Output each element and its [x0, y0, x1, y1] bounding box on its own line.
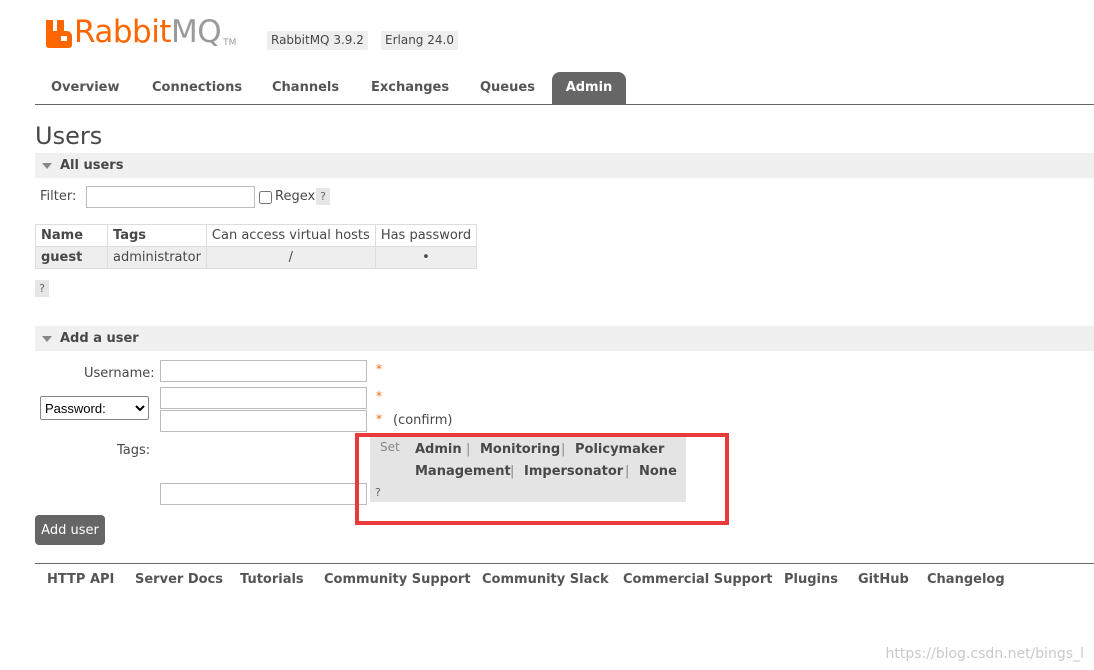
users-table-header-row: Name Tags Can access virtual hosts Has p… [35, 224, 478, 247]
footer-link-server-docs[interactable]: Server Docs [135, 572, 223, 587]
erlang-version-badge: Erlang 24.0 [381, 31, 458, 50]
confirm-label: (confirm) [393, 413, 453, 428]
rabbitmq-logo: RabbitMQ TM [44, 14, 236, 50]
footer-link-github[interactable]: GitHub [858, 572, 909, 587]
user-tags-cell: administrator [107, 246, 207, 269]
collapse-triangle-icon [42, 335, 52, 342]
password-type-select[interactable]: Password: [40, 396, 149, 420]
regex-help-icon[interactable]: ? [316, 188, 330, 205]
regex-label: Regex [275, 189, 316, 204]
footer-link-community-support[interactable]: Community Support [324, 572, 471, 587]
tags-label: Tags: [117, 443, 151, 458]
column-header-has-password[interactable]: Has password [374, 224, 478, 247]
add-user-heading: Add a user [60, 331, 139, 346]
regex-checkbox[interactable] [259, 191, 272, 204]
username-required-marker: * [376, 362, 382, 376]
tags-input[interactable] [160, 483, 367, 505]
tab-connections[interactable]: Connections [152, 72, 242, 104]
password-input[interactable] [160, 387, 367, 409]
logo-text-mq: MQ [170, 14, 222, 50]
table-help-icon[interactable]: ? [35, 280, 49, 297]
tab-channels[interactable]: Channels [272, 72, 339, 104]
footer-link-http-api[interactable]: HTTP API [47, 572, 114, 587]
password-confirm-input[interactable] [160, 410, 367, 432]
tab-admin[interactable]: Admin [552, 72, 626, 104]
footer-link-plugins[interactable]: Plugins [784, 572, 838, 587]
tab-exchanges[interactable]: Exchanges [371, 72, 449, 104]
logo-text-rabbit: Rabbit [74, 14, 171, 50]
username-input[interactable] [160, 360, 367, 382]
tab-queues[interactable]: Queues [480, 72, 535, 104]
filter-input[interactable] [86, 186, 255, 208]
column-header-tags[interactable]: Tags [107, 224, 207, 247]
column-header-vhosts[interactable]: Can access virtual hosts [205, 224, 376, 247]
rabbitmq-logo-icon [46, 20, 72, 48]
watermark-text: https://blog.csdn.net/bings_l [885, 646, 1084, 662]
filter-label: Filter: [40, 189, 77, 204]
footer-link-tutorials[interactable]: Tutorials [240, 572, 304, 587]
logo-trademark: TM [223, 38, 237, 48]
column-header-name[interactable]: Name [35, 224, 108, 247]
footer: HTTP API Server Docs Tutorials Community… [35, 563, 1094, 594]
password-required-marker: * [376, 389, 382, 403]
users-table: Name Tags Can access virtual hosts Has p… [35, 224, 478, 269]
logo-wordmark: RabbitMQ [74, 14, 222, 50]
footer-link-changelog[interactable]: Changelog [927, 572, 1005, 587]
user-name-cell[interactable]: guest [35, 246, 108, 269]
add-user-section-header[interactable]: Add a user [35, 326, 1094, 351]
footer-link-commercial-support[interactable]: Commercial Support [623, 572, 773, 587]
all-users-section-header[interactable]: All users [35, 153, 1094, 178]
main-nav-tabs: Overview Connections Channels Exchanges … [35, 72, 1094, 105]
footer-link-community-slack[interactable]: Community Slack [482, 572, 609, 587]
confirm-required-marker: * [376, 412, 382, 426]
collapse-triangle-icon [42, 162, 52, 169]
table-row[interactable]: guest administrator / • [35, 246, 478, 269]
username-label: Username: [84, 366, 155, 381]
tab-overview[interactable]: Overview [51, 72, 120, 104]
all-users-heading: All users [60, 158, 124, 173]
rabbitmq-version-badge: RabbitMQ 3.9.2 [267, 31, 368, 50]
highlight-annotation-box [355, 433, 729, 525]
user-has-password-cell: • [374, 246, 478, 269]
add-user-button[interactable]: Add user [35, 515, 105, 545]
page-title: Users [35, 122, 103, 150]
user-vhosts-cell: / [205, 246, 376, 269]
